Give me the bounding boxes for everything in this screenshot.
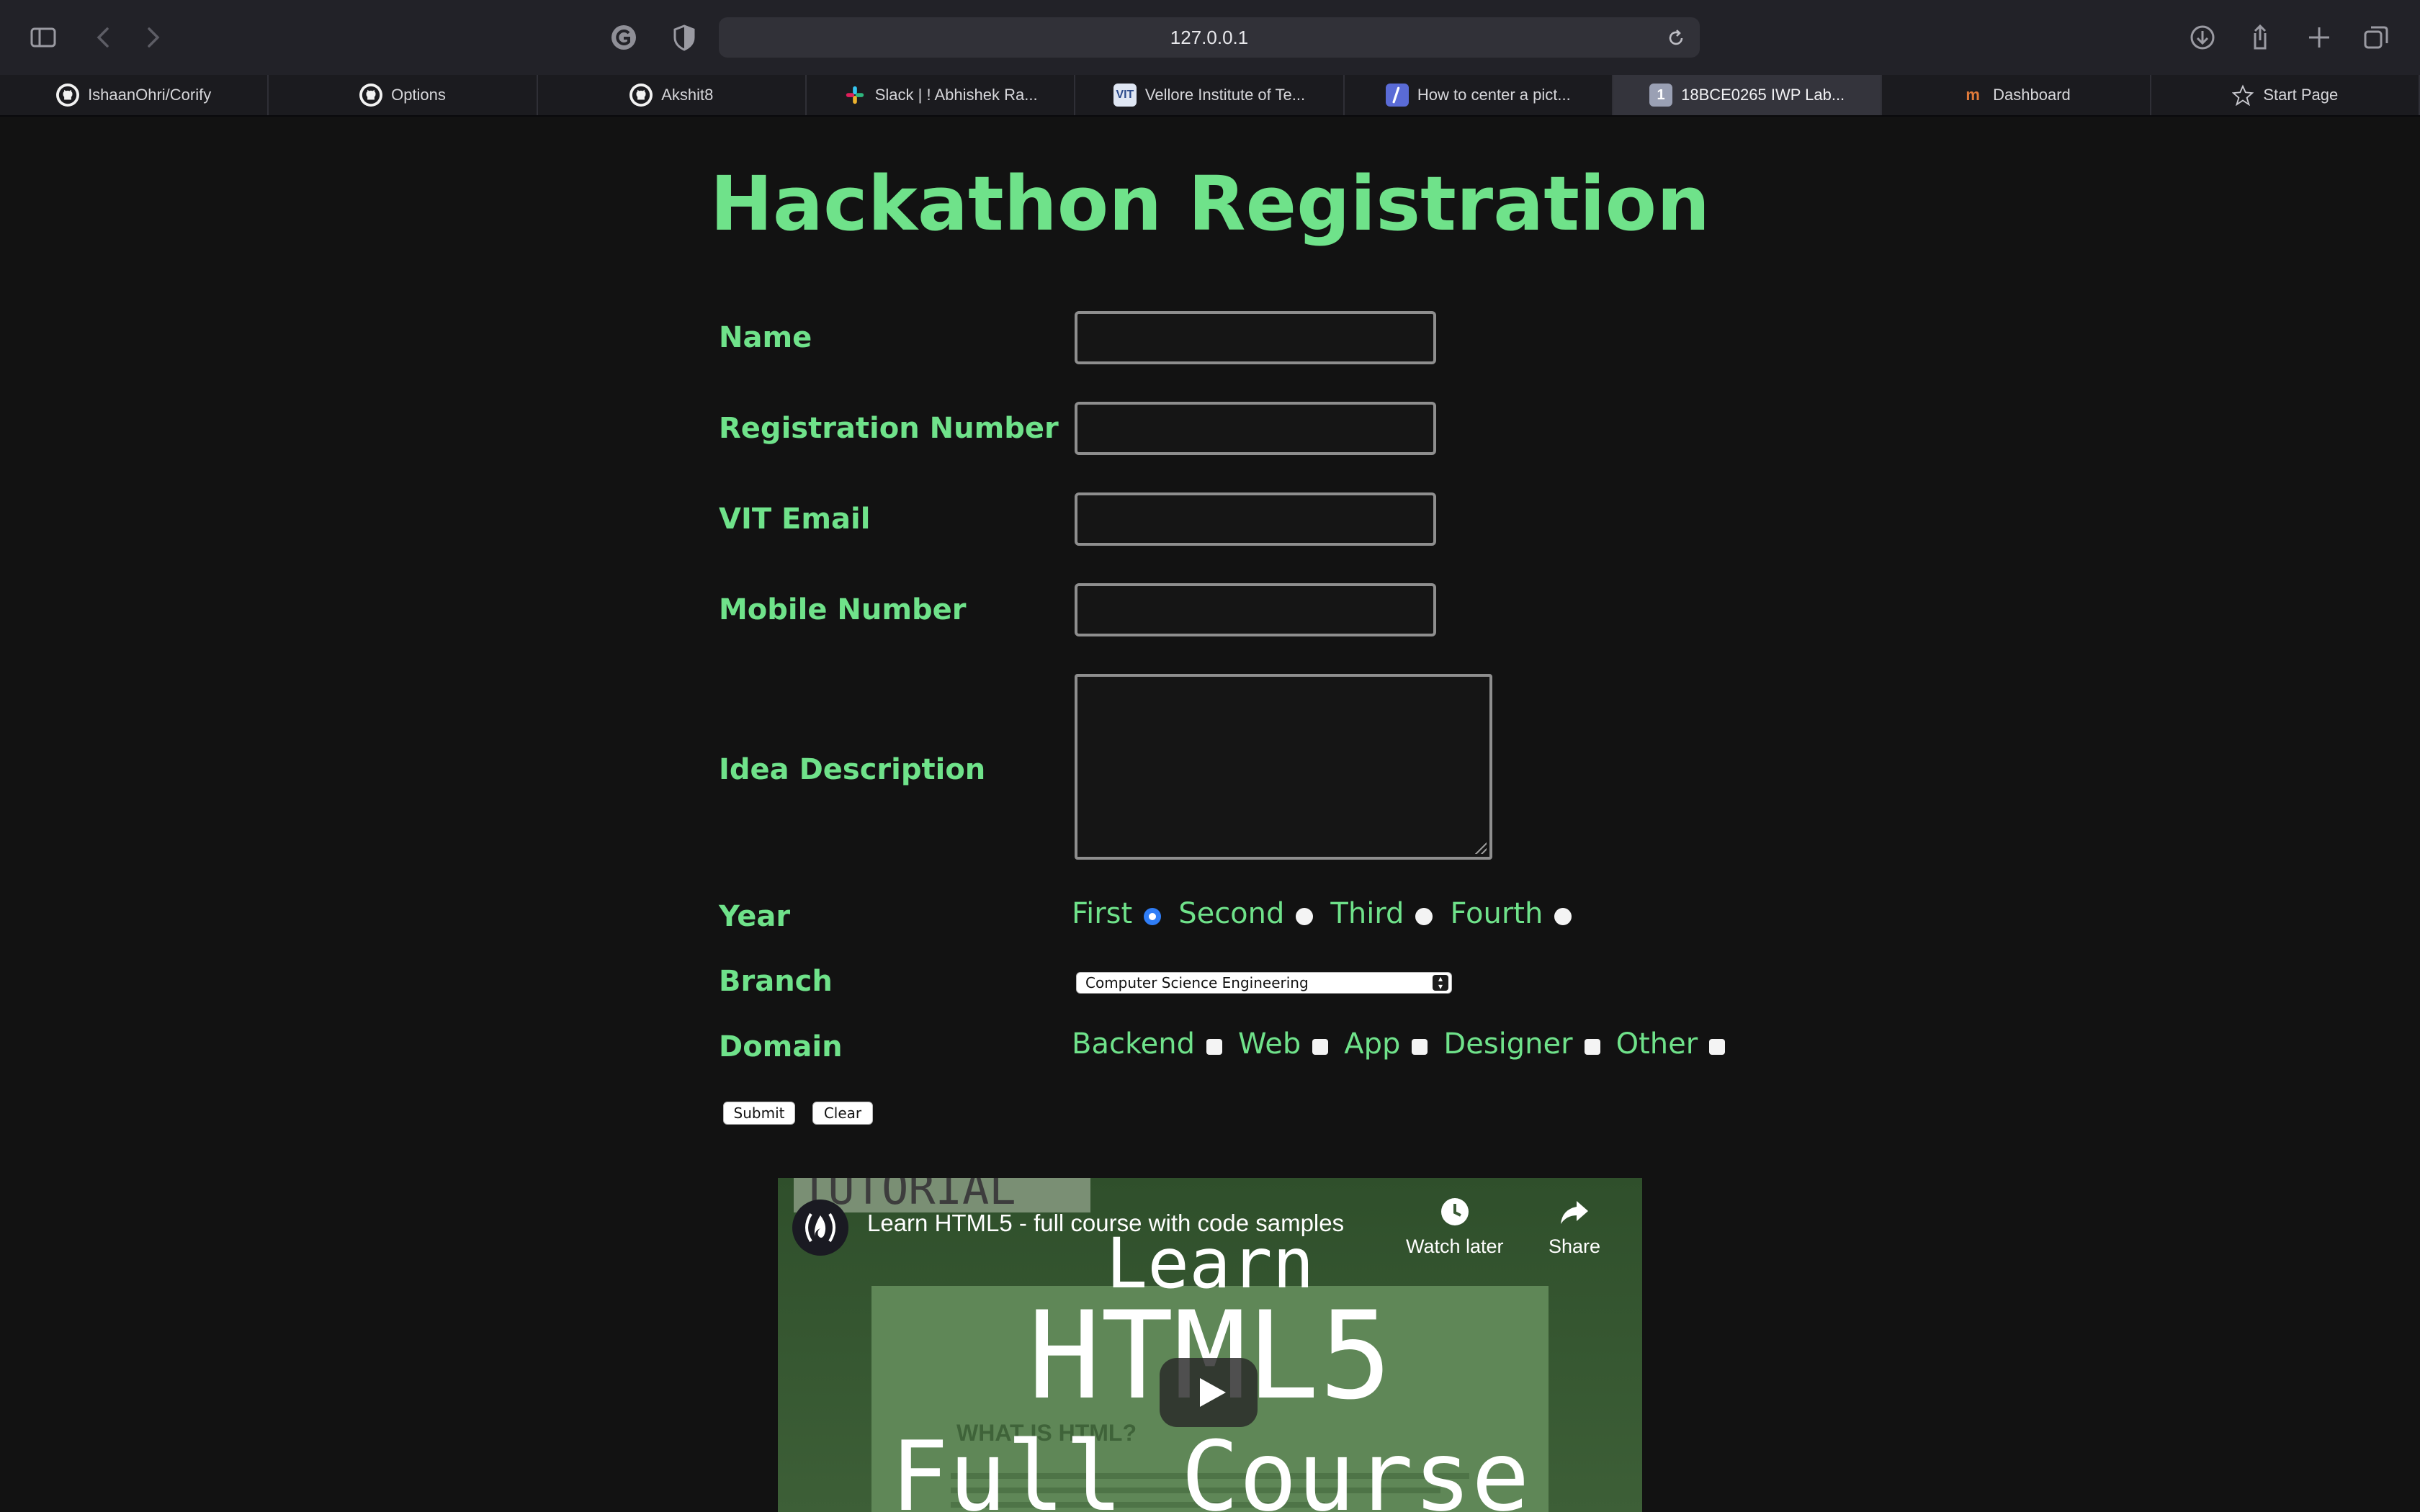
clock-icon [1440,1198,1469,1225]
share-icon[interactable] [2246,23,2275,52]
share-button[interactable]: Share [1549,1194,1600,1258]
tab-dashboard[interactable]: m Dashboard [1882,75,2151,115]
tab-label: Dashboard [1993,86,2071,104]
registration-number-label: Registration Number [719,412,1059,445]
video-title[interactable]: Learn HTML5 - full course with code samp… [867,1210,1344,1237]
year-option-label: First [1072,897,1133,930]
domain-checkbox-backend[interactable] [1206,1039,1223,1055]
branch-label: Branch [719,965,833,998]
url-text[interactable]: 127.0.0.1 [719,17,1700,58]
play-button-icon[interactable] [1160,1358,1258,1427]
channel-logo-icon[interactable] [792,1200,848,1256]
domain-checkbox-app[interactable] [1412,1039,1428,1055]
year-option-label: Fourth [1450,897,1543,930]
forward-icon[interactable] [138,23,167,52]
tab-label: How to center a pict... [1417,86,1571,104]
submit-button[interactable]: Submit [723,1102,795,1125]
clear-button[interactable]: Clear [812,1102,873,1125]
tab-label: 18BCE0265 IWP Lab... [1681,86,1845,104]
reload-icon[interactable] [1665,27,1687,49]
watch-later-label: Watch later [1406,1236,1504,1257]
mobile-number-input[interactable] [1075,583,1436,636]
name-input[interactable] [1075,311,1436,364]
back-icon[interactable] [89,23,118,52]
privacy-shield-icon[interactable] [670,23,699,52]
year-label: Year [719,900,791,933]
branch-select[interactable]: Computer Science Engineering ▴ ▾ [1076,972,1452,994]
downloads-icon[interactable] [2188,23,2217,52]
domain-option-label: Backend [1072,1027,1196,1061]
mobile-number-label: Mobile Number [719,593,967,626]
year-radio-third[interactable] [1415,908,1433,925]
vit-email-input[interactable] [1075,492,1436,546]
branch-selected-value: Computer Science Engineering [1085,974,1309,991]
year-radio-group: First Second Third Fourth [1072,897,1589,930]
year-radio-first[interactable] [1144,908,1162,925]
resize-grip-icon[interactable] [1475,842,1487,854]
domain-label: Domain [719,1030,843,1063]
star-icon [2231,84,2254,107]
tab-options[interactable]: Options [269,75,538,115]
grammarly-icon[interactable] [609,23,638,52]
embedded-video[interactable]: WHAT IS HTML? TUTORIAL Learn HTML5 Full … [778,1178,1642,1512]
tab-start-page[interactable]: Start Page [2151,75,2420,115]
tab-label: Start Page [2263,86,2339,104]
tab-corify[interactable]: IshaanOhri/Corify [0,75,269,115]
tab-vit[interactable]: VIT Vellore Institute of Te... [1075,75,1345,115]
share-label: Share [1549,1236,1601,1257]
domain-checkbox-group: Backend Web App Designer Other [1072,1027,1741,1061]
select-arrows-icon: ▴ ▾ [1433,974,1448,991]
year-radio-fourth[interactable] [1554,908,1572,925]
domain-option-label: Other [1615,1027,1698,1061]
year-option-label: Second [1178,897,1285,930]
registration-number-input[interactable] [1075,402,1436,455]
domain-checkbox-designer[interactable] [1584,1039,1600,1055]
domain-option-label: Web [1238,1027,1301,1061]
tab-label: Options [391,86,446,104]
tab-label: Slack | ! Abhishek Ra... [874,86,1038,104]
tab-label: IshaanOhri/Corify [88,86,212,104]
sidebar-toggle-icon[interactable] [29,23,58,52]
tab-overview-icon[interactable] [2362,23,2391,52]
watch-later-button[interactable]: Watch later [1406,1194,1504,1258]
domain-option-label: App [1344,1027,1401,1061]
domain-checkbox-web[interactable] [1312,1039,1329,1055]
browser-toolbar: 127.0.0.1 [0,0,2420,76]
github-icon [629,84,653,107]
page-title: Hackathon Registration [709,160,1711,248]
tab-iwp-lab[interactable]: 1 18BCE0265 IWP Lab... [1613,75,1883,115]
domain-checkbox-other[interactable] [1709,1039,1726,1055]
tab-label: Vellore Institute of Te... [1144,86,1306,104]
number-icon: 1 [1649,84,1673,107]
name-label: Name [719,321,812,354]
vit-icon: VIT [1113,84,1137,107]
share-arrow-icon [1561,1201,1589,1224]
address-bar[interactable]: 127.0.0.1 [719,17,1700,58]
tab-label: Akshit8 [661,86,714,104]
github-icon [359,84,383,107]
tab-stackoverflow[interactable]: How to center a pict... [1345,75,1613,115]
idea-description-textarea[interactable] [1075,674,1492,860]
vit-email-label: VIT Email [719,503,871,536]
year-option-label: Third [1330,897,1404,930]
tab-bar: IshaanOhri/Corify Options Akshit8 Slack … [0,75,2420,117]
tab-akshit8[interactable]: Akshit8 [538,75,807,115]
slack-icon [843,84,866,107]
m-icon: m [1966,86,1980,104]
year-radio-second[interactable] [1296,908,1314,925]
thumbnail-text-full-course: Full Course [890,1421,1530,1512]
idea-description-label: Idea Description [719,753,986,786]
tab-slack[interactable]: Slack | ! Abhishek Ra... [807,75,1076,115]
github-icon [56,84,80,107]
new-tab-icon[interactable] [2305,23,2334,52]
domain-option-label: Designer [1443,1027,1573,1061]
stackoverflow-icon [1385,84,1409,107]
